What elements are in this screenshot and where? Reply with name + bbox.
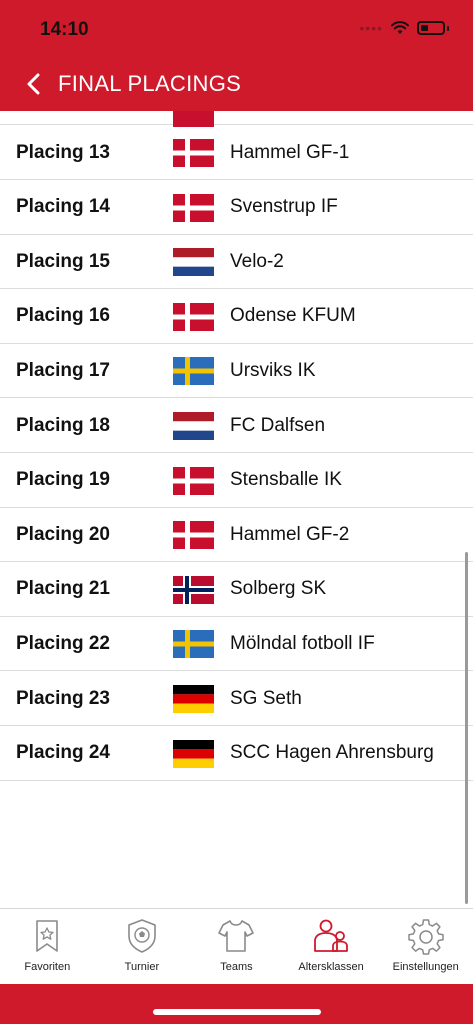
team-name: Ursviks IK [230,359,316,381]
tab-teams[interactable]: Teams [189,909,284,984]
flag-de-icon [173,685,214,713]
flag-dk-icon [173,521,214,550]
app-header: 14:10 •••• FINAL PLACINGS [0,0,473,111]
flag-se-icon [173,357,214,386]
placing-row[interactable]: Placing 18 FC Dalfsen [0,399,473,453]
home-indicator-area [0,984,473,1024]
bookmark-star-icon [36,920,59,952]
team-name: Odense KFUM [230,305,356,327]
flag-nl-icon [173,248,214,277]
gear-icon [407,919,444,955]
placing-label: Placing 24 [16,742,110,764]
flag-dk-icon [173,466,214,495]
flag-nl-icon [173,412,214,440]
placing-row[interactable]: Placing 13 Hammel GF-1 [0,126,473,180]
placing-row[interactable]: Placing 17 Ursviks IK [0,344,473,399]
back-button[interactable] [12,62,56,106]
flag-se-icon [173,630,214,659]
placing-label: Placing 17 [16,359,110,381]
placing-row[interactable]: Placing 24 SCC Hagen Ahrensburg [0,727,473,781]
team-name: Svenstrup IF [230,196,338,218]
placing-label: Placing 20 [16,523,110,545]
flag-dk-icon [173,302,214,331]
placing-row[interactable]: Placing 15 Velo-2 [0,235,473,290]
placing-row[interactable]: Placing 22 Mölndal fotboll IF [0,617,473,672]
team-name: Mölndal fotboll IF [230,632,375,654]
scrollbar[interactable] [465,552,468,904]
team-name: SG Seth [230,687,302,709]
wifi-icon [391,21,409,34]
tab-bar: Favoriten Turnier Teams Altersklassen Ei… [0,908,473,984]
tab-altersklassen[interactable]: Altersklassen [284,909,379,984]
tab-turnier[interactable]: Turnier [95,909,190,984]
tab-einstellungen[interactable]: Einstellungen [378,909,473,984]
status-time: 14:10 [40,19,89,40]
nav-bar: FINAL PLACINGS [0,62,473,106]
flag-dk-icon [173,193,214,222]
people-icon [314,919,348,952]
placing-label: Placing 13 [16,141,110,163]
team-name: SCC Hagen Ahrensburg [230,742,434,764]
placing-row[interactable]: Placing 21 Solberg SK [0,563,473,617]
jersey-icon [218,920,255,952]
shield-ball-icon [128,919,156,953]
team-name: Stensballe IK [230,469,342,491]
placing-label: Placing 14 [16,196,110,218]
placing-label: Placing 23 [16,687,110,709]
team-name: FC Dalfsen [230,414,326,436]
tab-favoriten[interactable]: Favoriten [0,909,95,984]
placing-row[interactable]: Placing 19 Stensballe IK [0,454,473,508]
chevron-left-icon [27,73,40,95]
flag-de-icon [173,739,214,768]
placing-label: Placing 16 [16,305,110,327]
signal-icon: •••• [359,20,383,36]
placings-list[interactable]: Placing 13 Hammel GF-1 Placing 14 Svenstrup… [0,111,473,908]
home-indicator[interactable] [153,1009,321,1015]
flag-no-icon [173,575,214,604]
placing-row[interactable]: Placing 20 Hammel GF-2 [0,508,473,563]
team-name: Hammel GF-1 [230,141,350,163]
list-item-partial [0,111,473,127]
flag-dk-icon [173,139,214,167]
team-name: Solberg SK [230,578,327,600]
placing-row[interactable]: Placing 23 SG Seth [0,672,473,726]
team-name: Velo-2 [230,250,284,272]
battery-icon [417,21,445,35]
placing-label: Placing 19 [16,469,110,491]
placing-label: Placing 18 [16,414,110,436]
status-icons: •••• [359,20,449,36]
placing-row[interactable]: Placing 14 Svenstrup IF [0,181,473,235]
placing-label: Placing 21 [16,578,110,600]
team-name: Hammel GF-2 [230,523,350,545]
placing-label: Placing 22 [16,632,110,654]
placing-row[interactable]: Placing 16 Odense KFUM [0,290,473,344]
page-title: FINAL PLACINGS [58,71,242,96]
placing-label: Placing 15 [16,250,110,272]
